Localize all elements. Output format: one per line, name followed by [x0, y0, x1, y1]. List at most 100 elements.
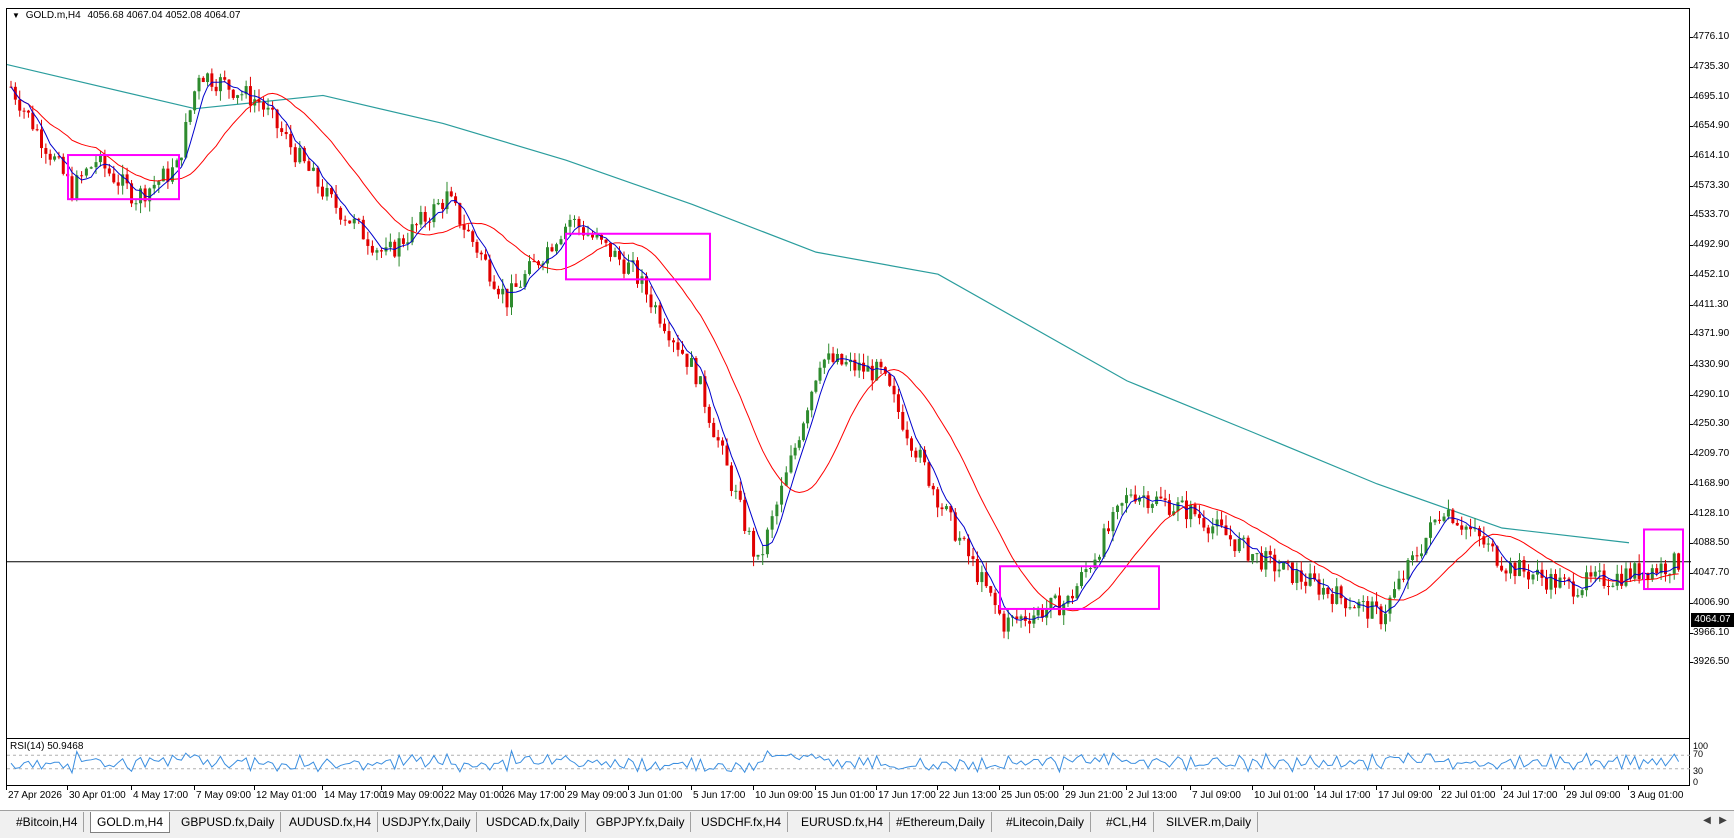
candle-body — [1549, 573, 1553, 590]
candle-body — [1486, 543, 1490, 545]
candle-body — [707, 406, 711, 423]
chart-tab[interactable]: GOLD.m,H4 — [90, 812, 171, 833]
candle-body — [188, 110, 192, 122]
candle-body — [780, 485, 784, 505]
time-tick — [1126, 786, 1127, 790]
time-tick — [254, 786, 255, 790]
candle-body — [1429, 522, 1432, 538]
candle-body — [1237, 538, 1241, 552]
chart-tab[interactable]: AUDUSD.fx,H4 — [283, 812, 379, 832]
time-tick — [628, 786, 629, 790]
candle-body — [1197, 514, 1201, 519]
chart-tab[interactable]: GBPUSD.fx,Daily — [175, 812, 282, 832]
price-axis-label: 4492.90 — [1693, 239, 1730, 251]
candle-body — [240, 94, 244, 96]
candle-body — [1580, 590, 1584, 596]
time-tick — [1501, 786, 1502, 790]
candle-body — [201, 77, 205, 83]
chart-tab[interactable]: SILVER.m,Daily — [1160, 812, 1259, 832]
time-axis-label: 7 Jul 09:00 — [1192, 790, 1241, 801]
candle-body — [1282, 562, 1286, 570]
candle-body — [40, 129, 43, 149]
candle-body — [375, 250, 379, 253]
candle-body — [1268, 551, 1272, 555]
candle-body — [1384, 613, 1387, 625]
candle-body — [681, 349, 684, 354]
price-axis-label: 4776.10 — [1693, 31, 1730, 42]
candle-body — [519, 286, 522, 288]
candle-body — [1206, 527, 1210, 534]
candle-body — [844, 362, 848, 365]
time-axis-label: 17 Jul 09:00 — [1378, 790, 1433, 801]
time-tick — [999, 786, 1000, 790]
candle-body — [698, 376, 702, 385]
price-axis-label: 4654.90 — [1693, 120, 1730, 132]
candle-body — [975, 558, 979, 583]
scroll-right-icon[interactable]: ▶ — [1716, 814, 1730, 828]
chart-tab[interactable]: USDJPY.fx,Daily — [376, 812, 478, 832]
candle-body — [627, 262, 630, 274]
candle-body — [84, 168, 88, 176]
candle-body — [1330, 594, 1334, 604]
chart-tab[interactable]: #Litecoin,Daily — [1000, 812, 1092, 832]
price-axis-label: 4330.90 — [1693, 358, 1730, 370]
candle-body — [1071, 595, 1074, 599]
candle-body — [348, 220, 352, 224]
rsi-indicator-panel[interactable] — [6, 738, 1691, 786]
candle-body — [1531, 574, 1535, 580]
candle-body — [1159, 496, 1163, 499]
candle-body — [1084, 569, 1088, 573]
candle-body — [1111, 511, 1115, 532]
chart-tab[interactable]: GBPJPY.fx,Daily — [590, 812, 692, 832]
candle-body — [466, 229, 470, 232]
candle-body — [989, 586, 993, 593]
price-chart-area[interactable] — [6, 8, 1691, 740]
candle-body — [22, 110, 26, 112]
candle-body — [1102, 528, 1106, 557]
candle-body — [1202, 518, 1206, 528]
price-axis-label: 4614.10 — [1693, 150, 1730, 162]
candle-body — [266, 107, 270, 110]
chart-tab[interactable]: #Bitcoin,H4 — [10, 812, 85, 832]
candle-body — [818, 367, 822, 381]
candle-body — [501, 288, 505, 295]
candle-body — [1558, 577, 1562, 588]
candle-body — [931, 485, 935, 490]
candle-body — [1464, 526, 1468, 530]
candle-body — [1460, 525, 1464, 530]
price-axis-label: 4047.70 — [1693, 566, 1730, 578]
candle-body — [26, 110, 30, 113]
candle-body — [1075, 586, 1079, 599]
time-tick — [1564, 786, 1565, 790]
candle-body — [116, 182, 120, 186]
time-axis-label: 10 Jun 09:00 — [755, 790, 813, 801]
candle-body — [236, 95, 240, 98]
candle-body — [436, 202, 440, 205]
chart-tab[interactable]: EURUSD.fx,H4 — [795, 812, 891, 832]
candle-body — [1602, 570, 1606, 587]
candle-body — [980, 572, 984, 583]
candle-body — [206, 73, 210, 83]
candle-body — [1120, 503, 1124, 506]
price-axis-label: 4411.30 — [1693, 299, 1729, 311]
time-axis-label: 15 Jun 01:00 — [817, 790, 875, 801]
scroll-left-icon[interactable]: ◀ — [1700, 814, 1714, 828]
candle-body — [793, 447, 797, 456]
candle-body — [1393, 589, 1396, 598]
chart-tab[interactable]: USDCHF.fx,H4 — [695, 812, 789, 832]
candle-body — [676, 342, 680, 350]
chart-tab[interactable]: #CL,H4 — [1100, 812, 1154, 832]
time-axis-label: 14 Jul 17:00 — [1316, 790, 1371, 801]
candle-body — [962, 537, 966, 539]
time-tick — [1376, 786, 1377, 790]
chart-tab[interactable]: #Ethereum,Daily — [890, 812, 992, 832]
candle-body — [738, 490, 742, 500]
time-axis-label: 4 May 17:00 — [133, 790, 189, 801]
chart-tab[interactable]: USDCAD.fx,Daily — [480, 812, 587, 832]
candle-body — [1326, 587, 1330, 595]
candle-body — [1321, 587, 1325, 595]
collapse-triangle-icon[interactable]: ▼ — [12, 11, 20, 20]
candle-body — [1089, 568, 1092, 570]
candle-body — [940, 507, 944, 510]
rsi-chart — [7, 749, 1691, 775]
